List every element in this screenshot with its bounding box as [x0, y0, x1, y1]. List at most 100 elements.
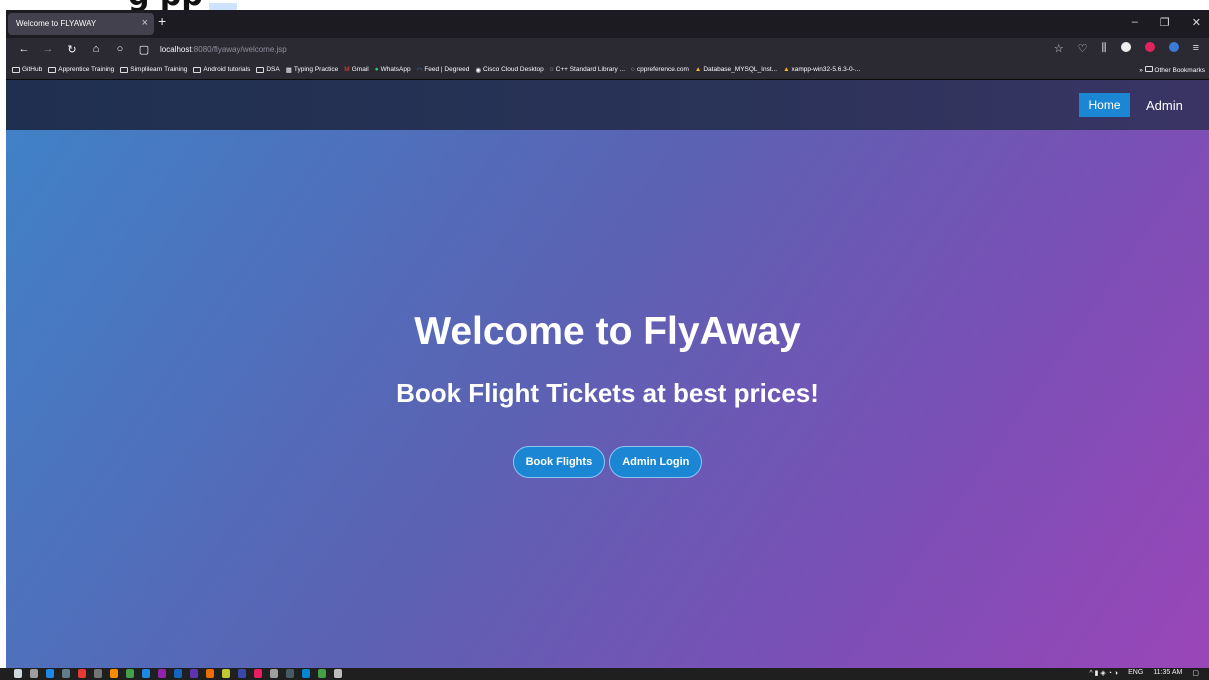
app-icon[interactable] [238, 669, 246, 678]
hero-buttons: Book Flights Admin Login [6, 446, 1209, 478]
bookmark-item[interactable]: Apprentice Training [48, 66, 114, 73]
window-controls: – ❐ ✕ [1132, 16, 1201, 29]
bookmark-label: Typing Practice [293, 66, 339, 73]
browser-tab[interactable]: Welcome to FLYAWAY × [8, 13, 154, 35]
os-taskbar: ^ ▮ ◈ ◔ ◑ ENG 11:35 AM ▢ [0, 668, 1209, 680]
bookmark-label: Simplilearn Training [130, 66, 188, 73]
url-bar[interactable]: localhost:8080/flyaway/welcome.jsp [160, 45, 287, 54]
app-icon[interactable] [254, 669, 262, 678]
back-icon[interactable]: ← [18, 43, 30, 55]
bookmarks-bar: GitHub Apprentice Training Simplilearn T… [6, 60, 1209, 80]
app-icon[interactable] [222, 669, 230, 678]
web-page: Home Admin Welcome to FlyAway Book Fligh… [6, 80, 1209, 668]
bookmark-label: C++ Standard Library ... [555, 66, 625, 73]
globe-icon: ◌ [549, 66, 554, 73]
cropped-heading-strip: g pp [0, 0, 1209, 10]
site-header: Home Admin [6, 80, 1209, 130]
forward-icon[interactable]: → [42, 43, 54, 55]
app-icon[interactable] [302, 669, 310, 678]
start-icon[interactable] [14, 669, 22, 678]
app-icon[interactable] [78, 669, 86, 678]
other-bookmarks-label: Other Bookmarks [1154, 67, 1205, 74]
app-icon[interactable] [126, 669, 134, 678]
menu-icon[interactable]: ≡ [1193, 42, 1199, 55]
bookmark-item[interactable]: GitHub [12, 66, 42, 73]
minimize-icon[interactable]: – [1132, 16, 1138, 29]
search-icon[interactable] [30, 669, 38, 678]
notifications-icon[interactable]: ▢ [1192, 669, 1199, 677]
page-icon: ▢ [138, 43, 150, 56]
app-icon[interactable] [94, 669, 102, 678]
app-icon[interactable] [158, 669, 166, 678]
language-indicator[interactable]: ENG [1128, 669, 1143, 677]
settings-icon[interactable] [334, 669, 342, 678]
gmail-icon: M [344, 66, 350, 73]
app-icon[interactable] [286, 669, 294, 678]
drive-icon: ▲ [783, 66, 790, 73]
nav-home-link[interactable]: Home [1079, 93, 1130, 117]
browser-navbar: ← → ↻ ⌂ ○ ▢ localhost:8080/flyaway/welco… [6, 38, 1209, 60]
system-tray: ^ ▮ ◈ ◔ ◑ ENG 11:35 AM ▢ [1089, 669, 1199, 677]
nav-admin-link[interactable]: Admin [1146, 93, 1183, 117]
bookmark-label: cppreference.com [636, 66, 689, 73]
bookmark-item[interactable]: ◠ Feed | Degreed [417, 66, 470, 74]
typing-icon: ▦ [285, 66, 292, 74]
app-icon[interactable] [110, 669, 118, 678]
ublock-icon[interactable] [1144, 42, 1155, 52]
bookmark-label: Database_MYSQL_Inst... [703, 66, 778, 73]
cisco-icon: ◉ [475, 66, 482, 74]
pocket-icon[interactable]: ♡ [1078, 42, 1088, 55]
app-icon[interactable] [190, 669, 198, 678]
drive-icon: ▲ [694, 66, 702, 73]
close-window-icon[interactable]: ✕ [1192, 16, 1201, 29]
reload-icon[interactable]: ↻ [66, 43, 78, 56]
other-bookmarks[interactable]: » Other Bookmarks [1139, 66, 1205, 74]
page-title: Welcome to FlyAway [414, 310, 801, 353]
star-icon[interactable]: ☆ [1054, 42, 1064, 55]
bookmark-label: Apprentice Training [58, 66, 115, 73]
bookmark-item[interactable]: ▦ Typing Practice [286, 66, 339, 74]
bookmark-item[interactable]: ● WhatsApp [375, 66, 411, 73]
bookmark-item[interactable]: ◌ C++ Standard Library ... [550, 66, 625, 73]
app-icon[interactable] [62, 669, 70, 678]
bookmark-item[interactable]: ▲ xampp-win32-5.6.3-0-... [783, 66, 860, 73]
tray-icons[interactable]: ^ ▮ ◈ ◔ ◑ [1089, 669, 1118, 677]
firefox-icon[interactable] [206, 669, 214, 678]
app-icon[interactable] [318, 669, 326, 678]
bookmark-label: xampp-win32-5.6.3-0-... [791, 66, 861, 73]
app-icon[interactable] [270, 669, 278, 678]
close-tab-icon[interactable]: × [142, 17, 148, 29]
bookmark-item[interactable]: Android tutorials [193, 66, 250, 73]
home-icon[interactable]: ⌂ [90, 43, 102, 55]
cropped-highlight [208, 3, 237, 10]
account-icon[interactable] [1168, 42, 1179, 52]
edge-icon[interactable] [46, 669, 54, 678]
bookmark-label: DSA [266, 66, 280, 73]
library-icon[interactable]: ⫼ [1102, 42, 1107, 55]
degreed-icon: ◠ [416, 66, 423, 74]
maximize-icon[interactable]: ❐ [1160, 16, 1170, 29]
admin-login-button[interactable]: Admin Login [609, 446, 703, 478]
bookmark-label: WhatsApp [380, 66, 411, 73]
bookmark-item[interactable]: ▲ Database_MYSQL_Inst... [695, 66, 777, 73]
bookmark-item[interactable]: Simplilearn Training [120, 66, 187, 73]
bookmark-label: Android tutorials [203, 66, 251, 73]
extension-icon[interactable] [1120, 42, 1131, 52]
new-tab-icon[interactable]: + [158, 13, 166, 29]
globe-icon: ◌ [631, 66, 635, 73]
app-icon[interactable] [142, 669, 150, 678]
folder-icon [1144, 66, 1153, 72]
bookmark-label: Gmail [351, 66, 369, 73]
browser-tab-bar: Welcome to FLYAWAY × + – ❐ ✕ [6, 10, 1209, 38]
bookmark-item[interactable]: ◌ cppreference.com [631, 66, 689, 73]
taskbar-apps [14, 669, 342, 678]
cropped-heading: g pp [128, 0, 237, 10]
app-icon[interactable] [174, 669, 182, 678]
bookmark-item[interactable]: DSA [256, 66, 280, 73]
folder-icon [48, 66, 57, 73]
book-flights-button[interactable]: Book Flights [512, 446, 606, 478]
bookmark-item[interactable]: M Gmail [344, 66, 368, 73]
clock[interactable]: 11:35 AM [1153, 669, 1182, 677]
shield-icon[interactable]: ○ [114, 43, 126, 55]
bookmark-item[interactable]: ◉ Cisco Cloud Desktop [475, 66, 543, 74]
